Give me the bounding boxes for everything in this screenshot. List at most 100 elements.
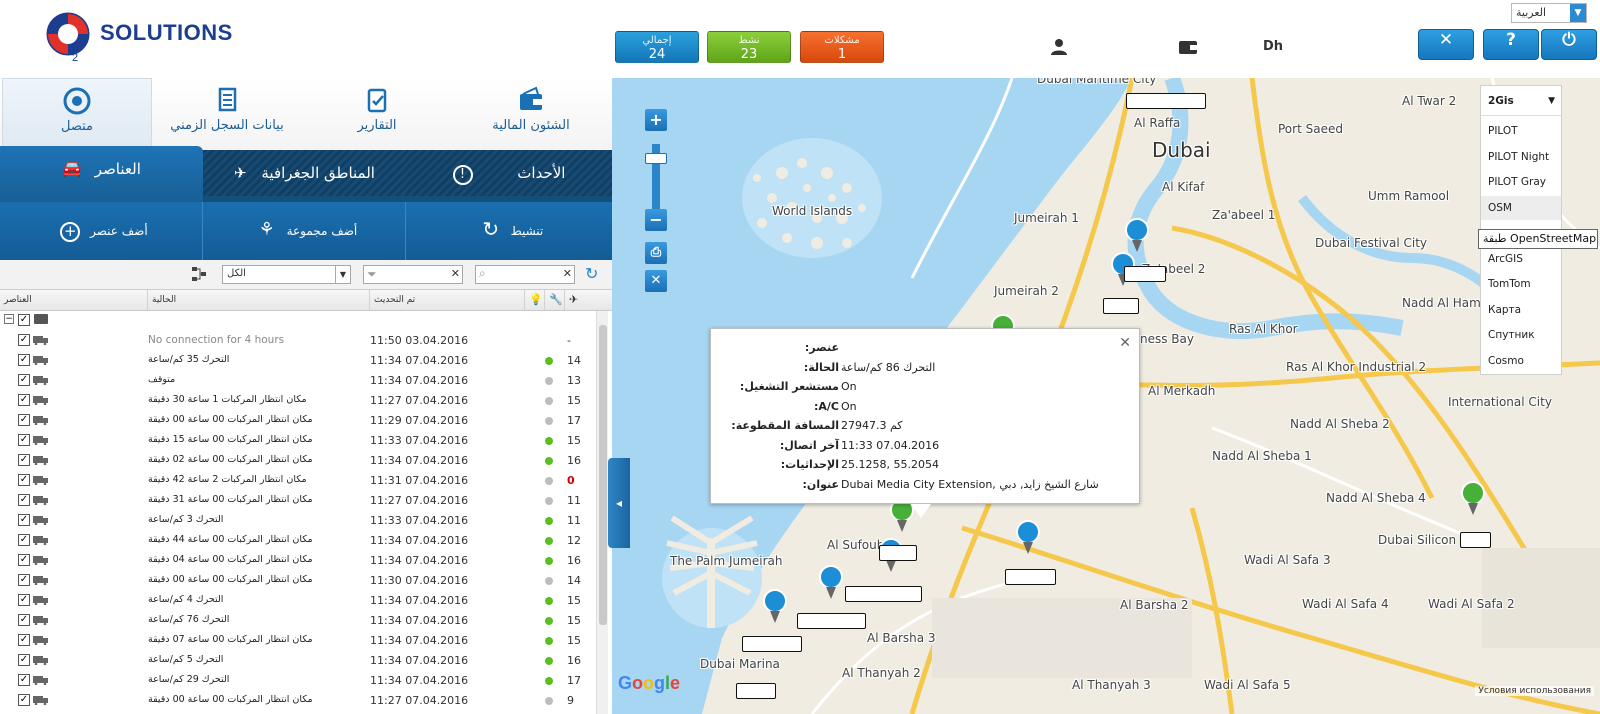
table-row[interactable]: ✓ مكان انتظار المركبات 00 ساعة 15 دقيقة 11… xyxy=(0,431,596,451)
row-checkbox[interactable]: ✓ xyxy=(18,654,30,666)
tree-view-icon[interactable] xyxy=(192,267,206,281)
table-row[interactable]: ✓ مكان انتظار المركبات 00 ساعة 00 دقيقة 11… xyxy=(0,691,596,711)
row-checkbox[interactable]: ✓ xyxy=(18,634,30,646)
user-icon[interactable] xyxy=(1048,38,1070,56)
wallet-icon[interactable] xyxy=(1177,38,1199,56)
map-view[interactable]: Dubai Maritime City Dubai Al Raffa Port … xyxy=(612,78,1600,714)
zoom-in-button[interactable]: + xyxy=(645,109,667,131)
refresh-icon[interactable]: ↻ xyxy=(585,265,603,283)
print-button[interactable]: ⎙ xyxy=(645,242,667,264)
measure-button[interactable]: ✕ xyxy=(645,270,667,292)
row-checkbox[interactable]: ✓ xyxy=(18,614,30,626)
vehicle-marker-icon[interactable] xyxy=(818,565,844,601)
row-checkbox[interactable]: ✓ xyxy=(18,534,30,546)
tab-geozones[interactable]: ✈ المناطق الجغرافية xyxy=(203,150,406,196)
table-row[interactable]: ✓ التحرك 76 كم/ساعة 11:34 07.04.2016 15 xyxy=(0,611,596,631)
table-row[interactable]: ✓ التحرك 5 كم/ساعة 11:34 07.04.2016 16 xyxy=(0,651,596,671)
row-checkbox[interactable]: ✓ xyxy=(18,694,30,706)
zoom-out-button[interactable]: − xyxy=(645,209,667,231)
add-element-button[interactable]: + أضف عنصر xyxy=(0,202,203,260)
row-checkbox[interactable]: ✓ xyxy=(18,434,30,446)
table-row[interactable]: ✓ مكان انتظار المركبات 00 ساعة 02 دقيقة 11… xyxy=(0,451,596,471)
col-updated[interactable]: تم التحديث xyxy=(370,290,525,310)
row-checkbox[interactable]: ✓ xyxy=(18,594,30,606)
row-checkbox[interactable]: ✓ xyxy=(18,494,30,506)
row-checkbox[interactable]: ✓ xyxy=(18,514,30,526)
layer-option[interactable]: PILOT Night xyxy=(1481,145,1561,169)
help-button[interactable]: ? xyxy=(1483,29,1539,60)
stat-problems-badge[interactable]: مشكلات 1 xyxy=(800,31,884,63)
layer-select[interactable]: 2Gis ▼ xyxy=(1481,86,1561,116)
row-checkbox[interactable]: ✓ xyxy=(18,474,30,486)
stat-total-badge[interactable]: إجمالي 24 xyxy=(615,31,699,63)
vehicle-label[interactable] xyxy=(1103,298,1139,314)
group-checkbox[interactable]: ✓ xyxy=(18,314,30,326)
row-checkbox[interactable]: ✓ xyxy=(18,394,30,406)
table-row[interactable]: ✓ التحرك 4 كم/ساعة 11:34 07.04.2016 15 xyxy=(0,591,596,611)
col-status[interactable]: الحالية xyxy=(148,290,370,310)
row-checkbox[interactable]: ✓ xyxy=(18,414,30,426)
row-checkbox[interactable]: ✓ xyxy=(18,454,30,466)
vehicle-marker-icon[interactable] xyxy=(1124,218,1150,254)
vehicle-label[interactable] xyxy=(1124,266,1166,282)
table-row[interactable]: ✓ مكان انتظار المركبات 00 ساعة 31 دقيقة 11… xyxy=(0,491,596,511)
vehicle-marker-icon[interactable] xyxy=(1015,520,1041,556)
table-scrollbar[interactable] xyxy=(596,311,608,714)
add-group-button[interactable]: ⚘ أضف مجموعة xyxy=(203,202,406,260)
table-row[interactable]: ✓ مكان انتظار المركبات 00 ساعة 00 دقيقة 11… xyxy=(0,571,596,591)
nav-history[interactable]: بيانات السجل الزمني xyxy=(152,78,302,152)
row-checkbox[interactable]: ✓ xyxy=(18,374,30,386)
logout-button[interactable]: ⏻ xyxy=(1541,29,1597,60)
bulb-icon[interactable]: 💡 xyxy=(525,290,545,310)
clear-icon[interactable]: ✕ xyxy=(451,267,460,280)
table-row[interactable]: ✓ مكان انتظار المركبات 1 ساعة 30 دقيقة 11:… xyxy=(0,391,596,411)
row-checkbox[interactable]: ✓ xyxy=(18,354,30,366)
layer-option[interactable]: ArcGIS xyxy=(1481,247,1561,271)
nav-connected[interactable]: متصل xyxy=(2,78,152,152)
layer-option[interactable]: TomTom xyxy=(1481,272,1561,296)
group-row[interactable]: − ✓ xyxy=(0,311,596,331)
nav-reports[interactable]: التقارير xyxy=(302,78,452,152)
terms-link[interactable]: Условия использования xyxy=(1475,686,1594,696)
language-select[interactable]: العربية ▼ xyxy=(1511,3,1587,23)
zoom-slider-thumb[interactable] xyxy=(645,153,667,164)
table-row[interactable]: ✓ مكان انتظار المركبات 00 ساعة 44 دقيقة 11… xyxy=(0,531,596,551)
vehicle-marker-icon[interactable] xyxy=(762,589,788,625)
table-row[interactable]: ✓ التحرك 29 كم/ساعة 11:34 07.04.2016 17 xyxy=(0,671,596,691)
vehicle-label[interactable] xyxy=(797,613,866,629)
layer-option[interactable]: PILOT xyxy=(1481,119,1561,143)
vehicle-label[interactable] xyxy=(1126,93,1206,109)
row-checkbox[interactable]: ✓ xyxy=(18,674,30,686)
row-checkbox[interactable]: ✓ xyxy=(18,334,30,346)
status-filter-input[interactable]: ⏷ ✕ xyxy=(363,265,463,284)
currency-label[interactable]: Dh xyxy=(1263,39,1283,54)
tab-events[interactable]: ! الأحداث xyxy=(406,150,612,196)
table-row[interactable]: ✓ التحرك 3 كم/ساعة 11:33 07.04.2016 11 xyxy=(0,511,596,531)
vehicle-label[interactable] xyxy=(845,586,922,602)
row-checkbox[interactable]: ✓ xyxy=(18,574,30,586)
tab-elements[interactable]: 🚘 العناصر xyxy=(0,146,203,202)
nav-finance[interactable]: الشئون المالية xyxy=(452,78,610,152)
vehicle-label[interactable] xyxy=(1460,532,1491,548)
layer-option[interactable]: PILOT Gray xyxy=(1481,170,1561,194)
table-row[interactable]: ✓ التحرك 35 كم/ساعة 11:34 07.04.2016 14 xyxy=(0,351,596,371)
table-row[interactable]: ✓ مكان انتظار المركبات 2 ساعة 42 دقيقة 11:… xyxy=(0,471,596,491)
table-row[interactable]: ✓ مكان انتظار المركبات 00 ساعة 07 دقيقة 11… xyxy=(0,631,596,651)
vehicle-label[interactable] xyxy=(736,683,776,699)
collapse-icon[interactable]: − xyxy=(4,314,14,324)
clear-icon[interactable]: ✕ xyxy=(563,267,572,280)
stat-active-badge[interactable]: نشط 23 xyxy=(707,31,791,63)
layer-option[interactable]: OSM xyxy=(1481,195,1561,220)
table-row[interactable]: ✓ متوقف 11:34 07.04.2016 13 xyxy=(0,371,596,391)
settings-button[interactable]: ✕ xyxy=(1418,29,1474,60)
layer-option[interactable]: Карта xyxy=(1481,298,1561,322)
refresh-button[interactable]: ↻ تنشيط xyxy=(406,202,612,260)
search-input[interactable]: ⌕ ✕ xyxy=(475,265,575,284)
vehicle-label[interactable] xyxy=(1005,569,1056,585)
vehicle-label[interactable] xyxy=(879,545,917,561)
table-row[interactable]: ✓ No connection for 4 hours 11:50 03.04.20… xyxy=(0,331,596,351)
scrollbar-thumb[interactable] xyxy=(599,325,607,625)
layer-option[interactable]: Спутник xyxy=(1481,323,1561,347)
vehicle-marker-icon[interactable] xyxy=(1460,481,1486,517)
satellite-icon[interactable]: ✈ xyxy=(565,290,610,310)
